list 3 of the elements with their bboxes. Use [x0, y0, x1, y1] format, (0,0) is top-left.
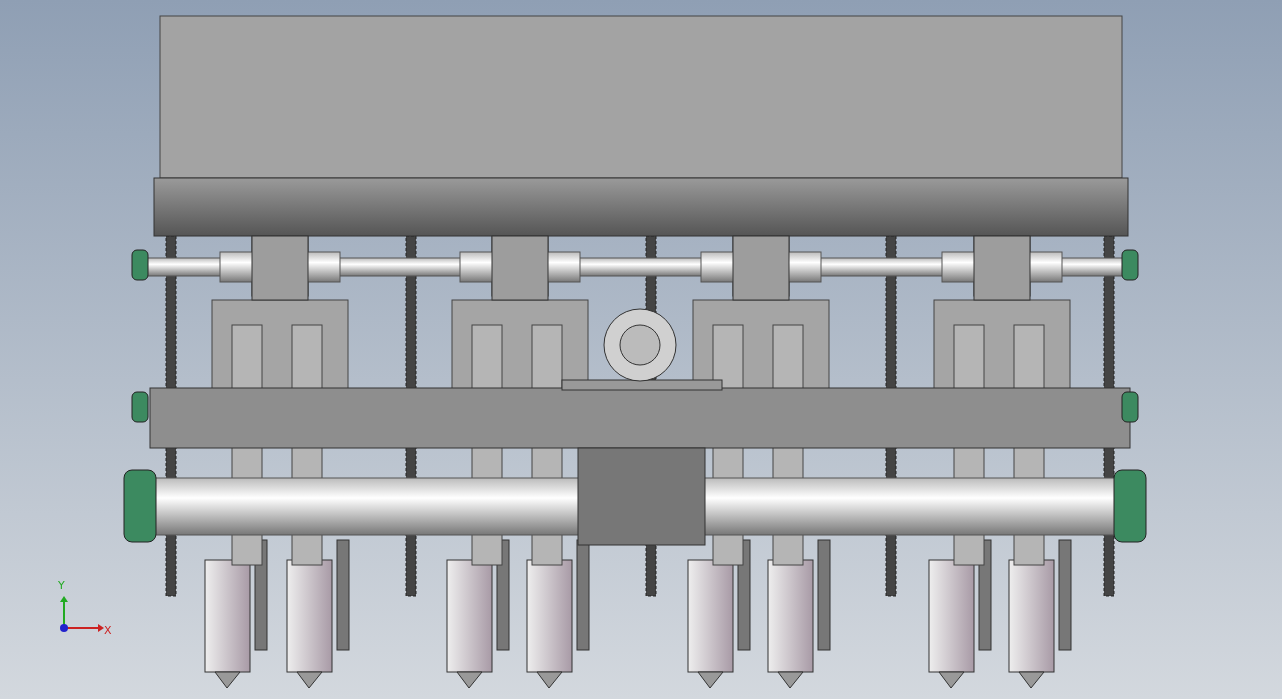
x-axis-label: X — [104, 625, 112, 636]
axis-triad-icon — [58, 596, 106, 632]
y-axis-label: Y — [58, 580, 65, 591]
